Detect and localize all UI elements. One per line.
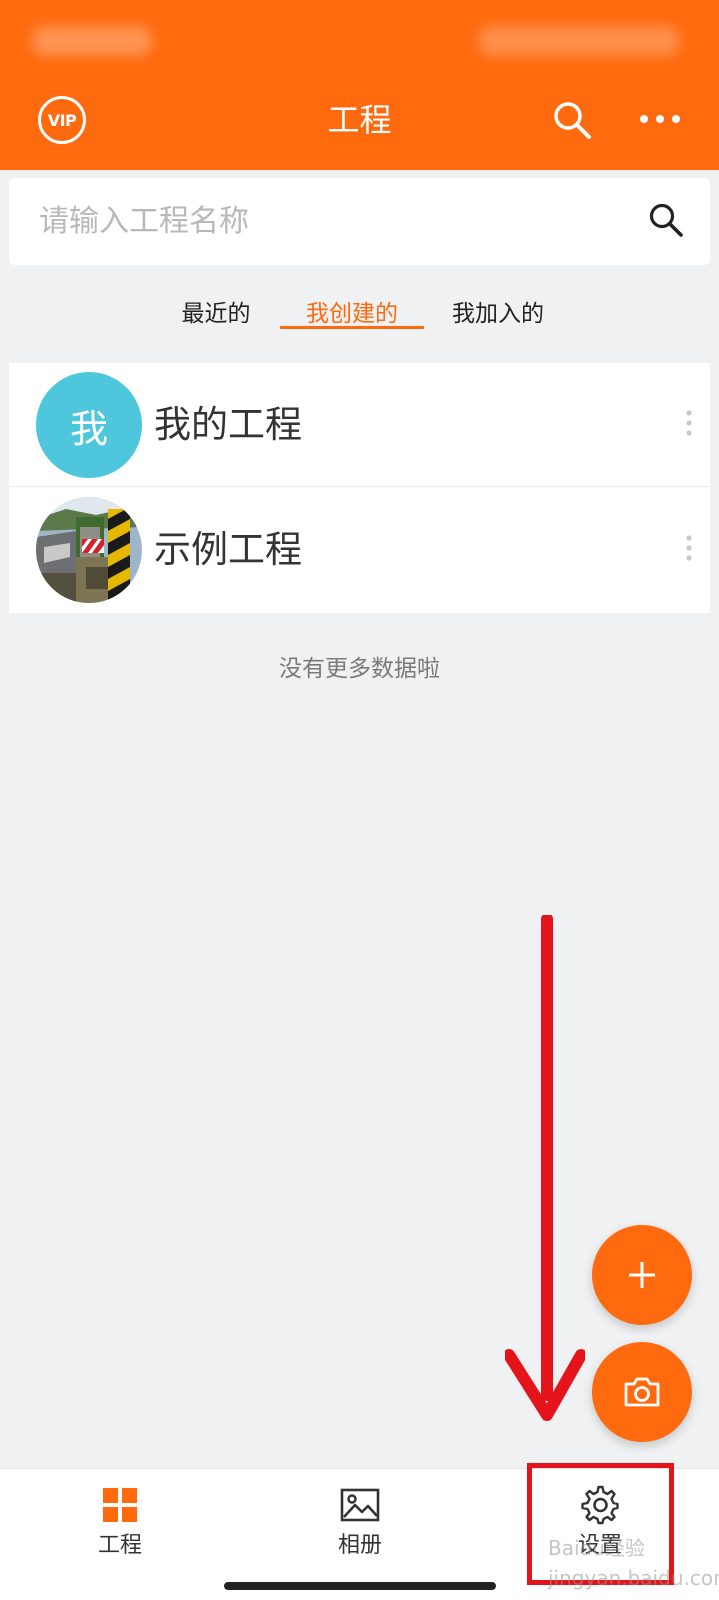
status-bar-blurred-right [479,26,679,56]
home-indicator[interactable] [224,1582,496,1590]
more-horizontal-icon[interactable] [636,104,686,134]
grid-icon [100,1485,140,1525]
nav-item-project[interactable]: 工程 [60,1483,180,1583]
nav-item-album[interactable]: 相册 [300,1483,420,1583]
camera-button[interactable] [592,1342,692,1442]
image-icon [340,1485,380,1525]
project-item-my-project[interactable]: 我 我的工程 [9,363,710,487]
nav-label: 工程 [97,1533,142,1558]
more-vertical-icon[interactable] [685,409,693,437]
project-search-input[interactable] [39,178,619,265]
add-project-button[interactable] [592,1225,692,1325]
page-title: 工程 [327,101,392,139]
baidu-watermark: Baidu经验 jingyan.baidu.com [548,1536,719,1590]
photo-thumbnail-avatar [36,497,142,603]
down-arrow-annotation [503,913,587,1435]
project-list: 我 我的工程 示例工程 [9,363,710,613]
active-tab-indicator [280,326,424,329]
app-header: VIP 工程 [0,0,719,170]
plus-icon [629,1262,655,1288]
avatar: 我 [36,372,142,478]
project-name: 示例工程 [154,528,302,571]
more-vertical-icon[interactable] [685,534,693,562]
search-icon[interactable] [648,202,684,238]
nav-label: 相册 [337,1533,382,1558]
project-search-box [9,178,710,265]
tab-recent[interactable]: 最近的 [172,296,260,332]
tab-joined[interactable]: 我加入的 [443,296,553,332]
status-bar-blurred-left [32,26,152,56]
camera-icon [624,1377,660,1407]
project-item-sample-project[interactable]: 示例工程 [9,488,710,612]
search-icon[interactable] [552,100,592,140]
list-end-message: 没有更多数据啦 [279,656,440,682]
project-name: 我的工程 [154,403,302,446]
